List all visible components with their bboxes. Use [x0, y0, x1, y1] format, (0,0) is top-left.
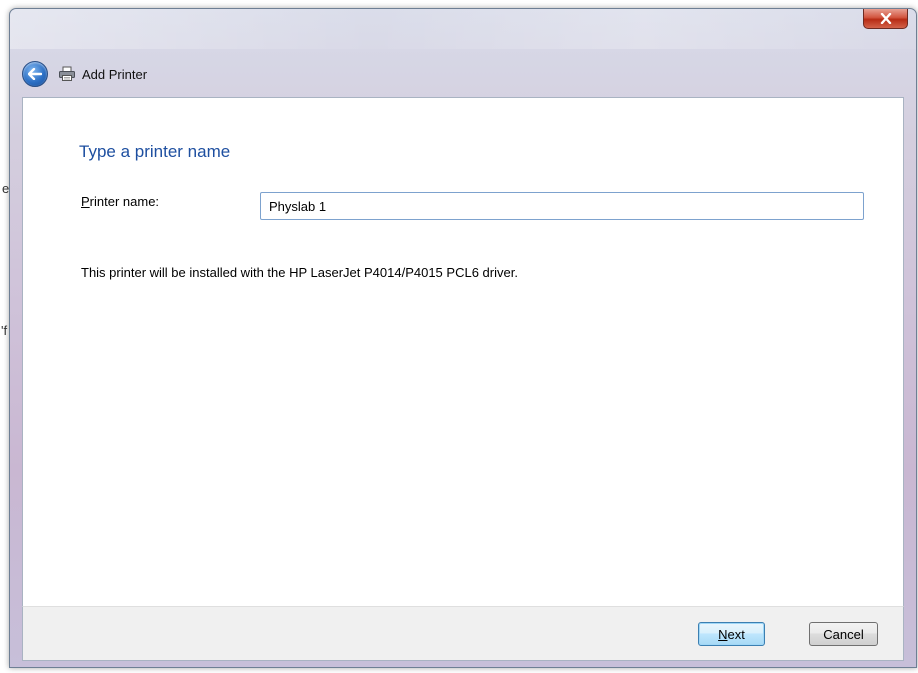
- next-button[interactable]: Next: [698, 622, 765, 646]
- next-button-label: ext: [727, 626, 745, 642]
- back-button[interactable]: [22, 61, 48, 87]
- printer-name-label-text: rinter name:: [89, 194, 160, 209]
- background-text-fragment: 'f: [1, 323, 8, 338]
- driver-info-text: This printer will be installed with the …: [81, 265, 518, 280]
- screen: e 'f Add Printer Type a printer name Pri…: [0, 0, 918, 673]
- close-button[interactable]: [863, 9, 908, 29]
- printer-icon: [58, 66, 76, 82]
- printer-name-label-accelerator: P: [81, 194, 90, 209]
- page-title: Type a printer name: [79, 142, 231, 161]
- close-icon: [880, 13, 891, 24]
- window-title: Add Printer: [82, 66, 148, 82]
- next-button-accelerator: N: [718, 626, 728, 642]
- printer-name-label: Printer name:: [81, 194, 159, 209]
- wizard-content: Type a printer name Printer name: This p…: [22, 97, 904, 606]
- printer-name-input[interactable]: [260, 192, 864, 220]
- wizard-footer: Next Cancel: [22, 606, 904, 661]
- cancel-button[interactable]: Cancel: [809, 622, 878, 646]
- dialog-header: Add Printer: [22, 61, 147, 87]
- add-printer-dialog: Add Printer Type a printer name Printer …: [9, 8, 917, 668]
- back-arrow-icon: [28, 68, 42, 80]
